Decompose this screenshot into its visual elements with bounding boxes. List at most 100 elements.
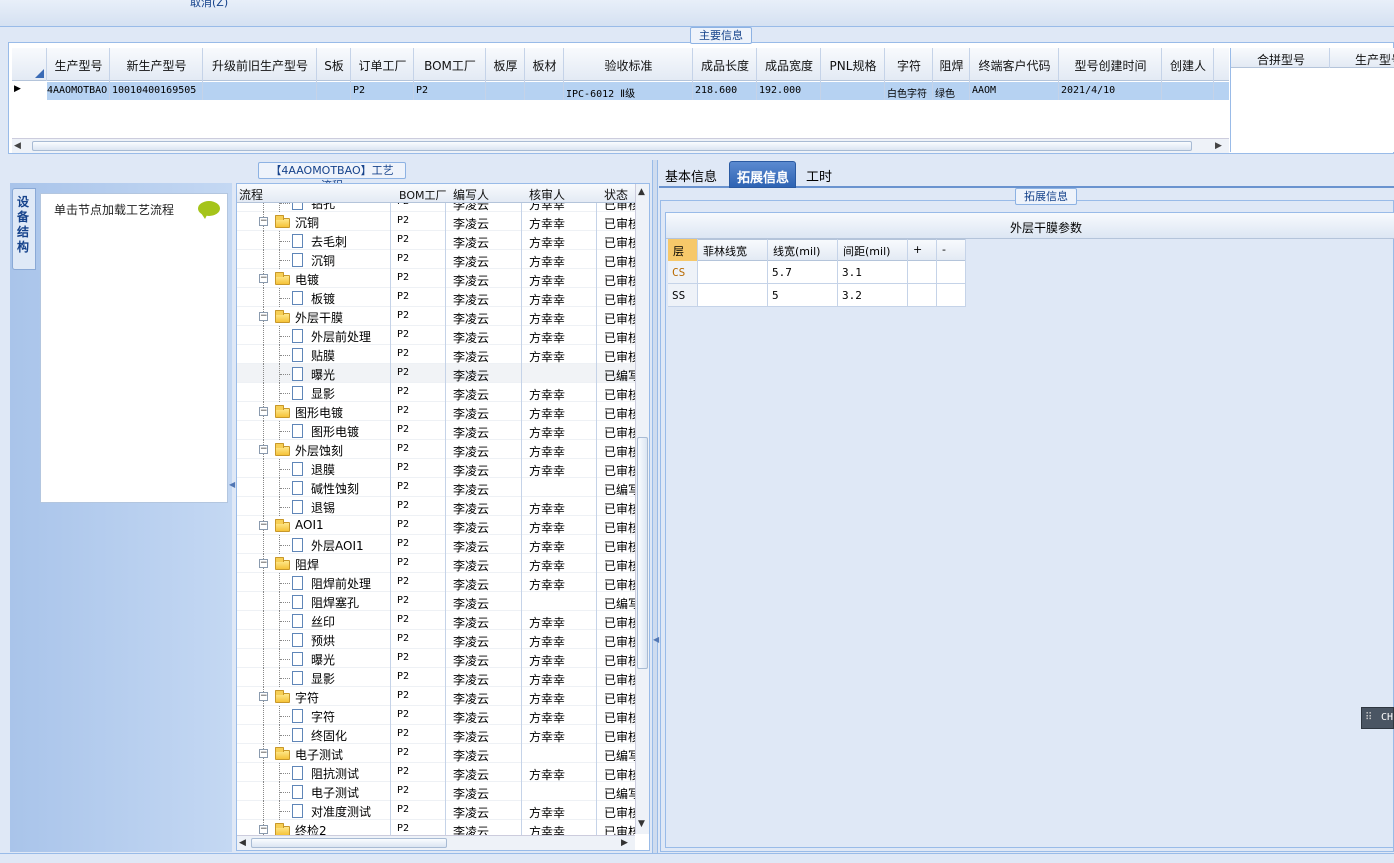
flow-cell[interactable]: 李凌云: [453, 747, 489, 764]
main-grid-hscrollbar[interactable]: ◀ ▶: [12, 138, 1229, 153]
flow-header-reviewer[interactable]: 核审人: [529, 186, 565, 203]
flow-node-label[interactable]: 沉铜: [295, 214, 319, 231]
flow-cell[interactable]: 已编写: [604, 747, 635, 764]
flow-cell[interactable]: P2: [397, 804, 409, 815]
flow-cell[interactable]: P2: [397, 709, 409, 720]
flow-cell[interactable]: 已编写: [604, 367, 635, 384]
flow-cell[interactable]: P2: [397, 500, 409, 511]
flow-cell[interactable]: P2: [397, 291, 409, 302]
ext-grid-header-cell[interactable]: 线宽(mil): [768, 239, 838, 261]
flow-node-label[interactable]: AOI1: [295, 518, 324, 532]
flow-cell[interactable]: P2: [397, 557, 409, 568]
flow-cell[interactable]: 李凌云: [453, 519, 489, 536]
flow-cell[interactable]: 已审核: [604, 291, 635, 308]
flow-cell[interactable]: 方幸幸: [529, 500, 565, 517]
flow-cell[interactable]: 李凌云: [453, 709, 489, 726]
flow-cell[interactable]: P2: [397, 386, 409, 397]
flow-node-label[interactable]: 对准度测试: [311, 803, 371, 820]
main-grid-header-cell[interactable]: 型号创建时间: [1059, 57, 1162, 74]
flow-node-label[interactable]: 阻焊: [295, 556, 319, 573]
flow-header-process[interactable]: 流程: [239, 186, 263, 203]
flow-cell[interactable]: P2: [397, 728, 409, 739]
flow-cell[interactable]: 已审核: [604, 576, 635, 593]
flow-cell[interactable]: 方幸幸: [529, 443, 565, 460]
main-grid-header-cell[interactable]: 终端客户代码: [970, 57, 1059, 74]
ext-grid-header-cell[interactable]: 间距(mil): [838, 239, 908, 261]
flow-cell[interactable]: 方幸幸: [529, 728, 565, 745]
flow-cell[interactable]: 已审核: [604, 728, 635, 745]
flow-cell[interactable]: 李凌云: [453, 785, 489, 802]
flow-cell[interactable]: 李凌云: [453, 329, 489, 346]
main-grid-cell[interactable]: 218.600: [695, 85, 765, 96]
flow-cell[interactable]: 李凌云: [453, 500, 489, 517]
flow-vscrollbar[interactable]: ▲ ▼: [635, 184, 649, 834]
flow-node-label[interactable]: 阻焊塞孔: [311, 594, 359, 611]
flow-header-writer[interactable]: 编写人: [453, 186, 489, 203]
flow-cell[interactable]: P2: [397, 690, 409, 701]
flow-cell[interactable]: 李凌云: [453, 633, 489, 650]
tab-extended-info[interactable]: 拓展信息: [729, 161, 796, 188]
flow-cell[interactable]: 已审核: [604, 329, 635, 346]
flow-node-label[interactable]: 外层干膜: [295, 309, 343, 326]
flow-cell[interactable]: 已审核: [604, 633, 635, 650]
flow-node-label[interactable]: 退锡: [311, 499, 335, 516]
flow-cell[interactable]: 李凌云: [453, 310, 489, 327]
flow-cell[interactable]: 方幸幸: [529, 386, 565, 403]
main-grid-cell[interactable]: 2021/4/10: [1061, 85, 1170, 96]
flow-cell[interactable]: P2: [397, 367, 409, 378]
flow-cell[interactable]: 李凌云: [453, 291, 489, 308]
flow-cell[interactable]: 李凌云: [453, 652, 489, 669]
flow-cell[interactable]: 方幸幸: [529, 310, 565, 327]
ext-grid-cell[interactable]: [937, 284, 966, 307]
main-grid-cell[interactable]: P2: [416, 85, 494, 96]
flow-header-bom-factory[interactable]: BOM工厂: [399, 187, 447, 203]
flow-cell[interactable]: 已审核: [604, 614, 635, 631]
ext-grid-header-cell[interactable]: -: [937, 239, 966, 261]
column-separator[interactable]: [316, 48, 317, 100]
collapse-toggle-icon[interactable]: −: [259, 521, 268, 530]
collapse-toggle-icon[interactable]: −: [259, 407, 268, 416]
flow-cell[interactable]: 李凌云: [453, 405, 489, 422]
flow-node-label[interactable]: 板镀: [311, 290, 335, 307]
flow-cell[interactable]: P2: [397, 614, 409, 625]
main-grid-header-cell[interactable]: S板: [317, 57, 351, 74]
flow-cell[interactable]: 李凌云: [453, 462, 489, 479]
flow-cell[interactable]: 已审核: [604, 500, 635, 517]
flow-node-label[interactable]: 沉铜: [311, 252, 335, 269]
flow-cell[interactable]: 已审核: [604, 690, 635, 707]
ext-grid-cell[interactable]: 5: [768, 284, 838, 307]
flow-cell[interactable]: 方幸幸: [529, 272, 565, 289]
collapse-toggle-icon[interactable]: −: [259, 825, 268, 834]
flow-cell[interactable]: P2: [397, 234, 409, 245]
flow-cell[interactable]: P2: [397, 652, 409, 663]
flow-cell[interactable]: 李凌云: [453, 766, 489, 783]
flow-cell[interactable]: 已审核: [604, 253, 635, 270]
main-grid-header-cell[interactable]: 新生产型号: [110, 57, 203, 74]
flow-cell[interactable]: 已编写: [604, 785, 635, 802]
flow-cell[interactable]: 李凌云: [453, 443, 489, 460]
flow-cell[interactable]: 李凌云: [453, 481, 489, 498]
flow-node-label[interactable]: 显影: [311, 670, 335, 687]
main-grid-header-cell[interactable]: BOM工厂: [414, 57, 486, 74]
flow-cell[interactable]: 李凌云: [453, 595, 489, 612]
flow-cell[interactable]: 已审核: [604, 804, 635, 821]
flow-cell[interactable]: 李凌云: [453, 234, 489, 251]
main-grid-cell[interactable]: P2: [353, 85, 422, 96]
flow-node-label[interactable]: 去毛刺: [311, 233, 347, 250]
flow-node-label[interactable]: 电子测试: [311, 784, 359, 801]
column-separator[interactable]: [884, 48, 885, 100]
ext-grid-cell[interactable]: CS: [668, 261, 698, 284]
flow-grid[interactable]: 流程 BOM工厂 编写人 核审人 状态 钻孔P2李凌云方幸幸已审核−沉铜P2李凌…: [236, 183, 650, 851]
flow-cell[interactable]: P2: [397, 747, 409, 758]
flow-cell[interactable]: 方幸幸: [529, 291, 565, 308]
flow-cell[interactable]: 李凌云: [453, 614, 489, 631]
flow-vscroll-thumb[interactable]: [637, 437, 648, 669]
main-grid-header-cell[interactable]: 板厚: [486, 57, 525, 74]
flow-node-label[interactable]: 丝印: [311, 613, 335, 630]
flow-node-label[interactable]: 阻抗测试: [311, 765, 359, 782]
flow-node-label[interactable]: 预烘: [311, 632, 335, 649]
floating-chip[interactable]: ⠿ CH: [1361, 707, 1394, 729]
flow-cell[interactable]: 已审核: [604, 538, 635, 555]
flow-node-label[interactable]: 终固化: [311, 727, 347, 744]
flow-cell[interactable]: 已编写: [604, 481, 635, 498]
